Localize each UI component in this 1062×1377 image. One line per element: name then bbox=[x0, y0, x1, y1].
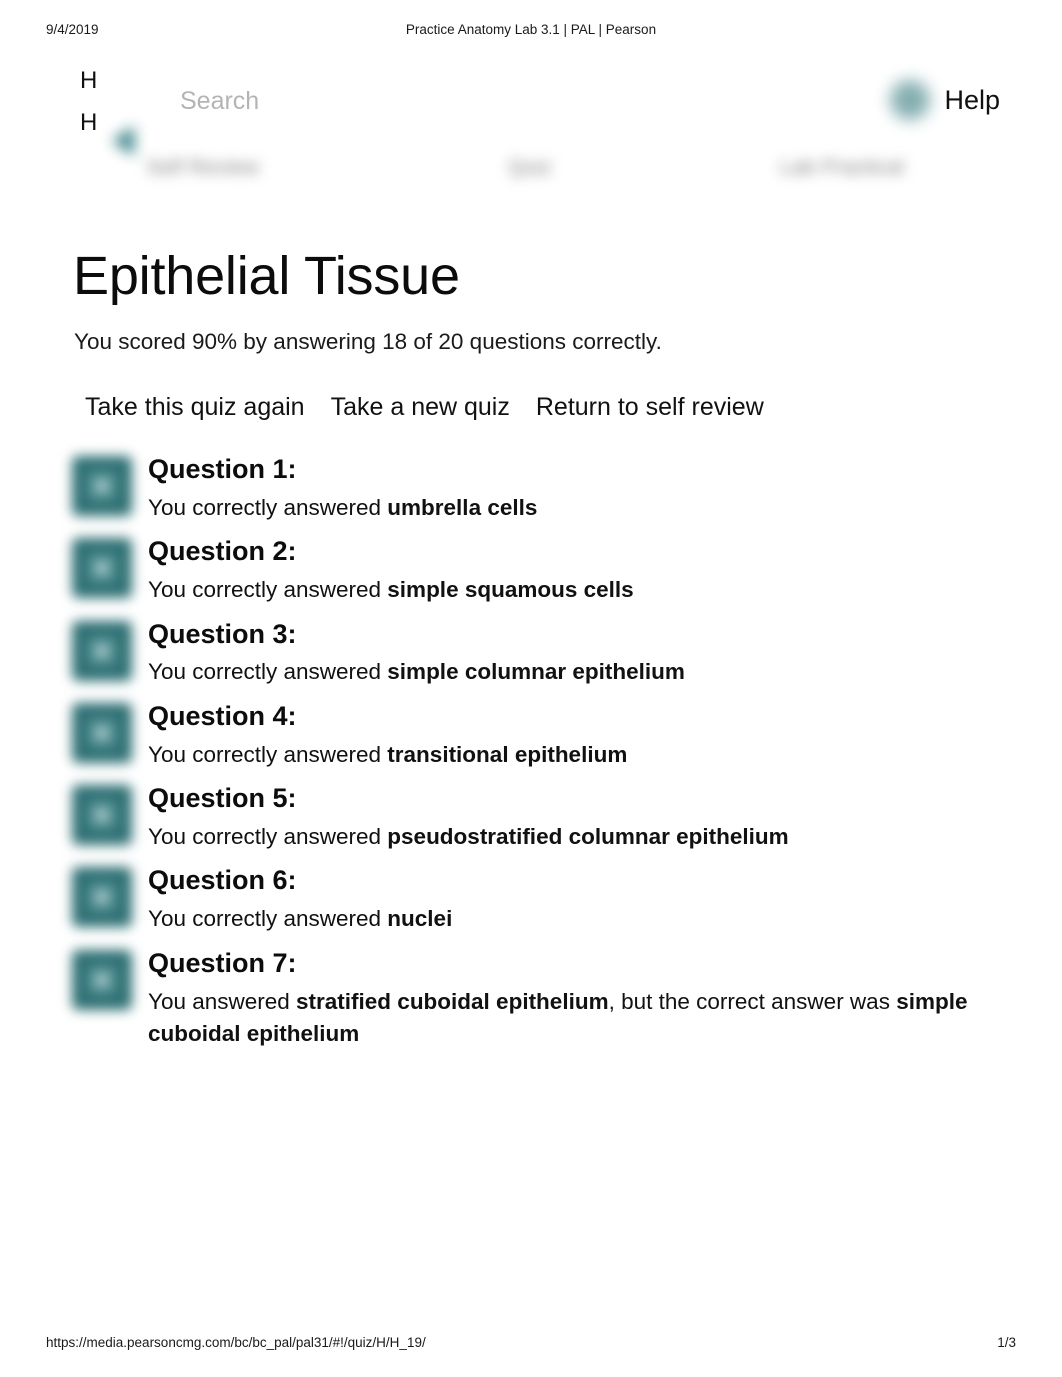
question-result-row: Question 1: You correctly answered umbre… bbox=[0, 454, 1062, 524]
take-this-quiz-again-link[interactable]: Take this quiz again bbox=[85, 393, 305, 422]
tab-bar: Self Review Quiz Lab Practical bbox=[0, 156, 1062, 212]
question-answer-text: You correctly answered pseudostratified … bbox=[148, 821, 1028, 853]
print-footer: https://media.pearsoncmg.com/bc/bc_pal/p… bbox=[0, 1335, 1062, 1353]
answer-value: simple squamous cells bbox=[387, 577, 634, 603]
answer-value: pseudostratified columnar epithelium bbox=[387, 824, 789, 850]
question-answer-text: You answered stratified cuboidal epithel… bbox=[148, 986, 1028, 1050]
search-field-wrapper[interactable] bbox=[180, 80, 610, 122]
question-answer-text: You correctly answered umbrella cells bbox=[148, 492, 1028, 524]
question-answer-text: You correctly answered transitional epit… bbox=[148, 739, 1028, 771]
question-body: Question 3: You correctly answered simpl… bbox=[132, 619, 1028, 689]
question-body: Question 4: You correctly answered trans… bbox=[132, 701, 1028, 771]
question-result-row: Question 2: You correctly answered simpl… bbox=[0, 536, 1062, 606]
tab-quiz[interactable]: Quiz bbox=[508, 156, 552, 180]
question-body: Question 5: You correctly answered pseud… bbox=[132, 783, 1028, 853]
quiz-thumbnail-icon[interactable] bbox=[72, 867, 132, 928]
answer-prefix: You correctly answered bbox=[148, 577, 388, 603]
brand-logo-line-1: H bbox=[80, 67, 98, 94]
question-answer-text: You correctly answered nuclei bbox=[148, 903, 1028, 935]
answer-value: transitional epithelium bbox=[387, 741, 628, 767]
answer-value: umbrella cells bbox=[387, 494, 538, 520]
question-heading: Question 6: bbox=[148, 865, 297, 896]
question-result-row: Question 5: You correctly answered pseud… bbox=[0, 783, 1062, 853]
tab-self-review[interactable]: Self Review bbox=[146, 156, 259, 180]
question-body: Question 6: You correctly answered nucle… bbox=[132, 865, 1028, 935]
question-result-row: Question 3: You correctly answered simpl… bbox=[0, 619, 1062, 689]
answer-prefix: You correctly answered bbox=[148, 659, 388, 685]
question-heading: Question 7: bbox=[148, 947, 297, 978]
question-answer-text: You correctly answered simple columnar e… bbox=[148, 656, 1028, 688]
question-result-row: Question 4: You correctly answered trans… bbox=[0, 701, 1062, 771]
question-result-row: Question 7: You answered stratified cubo… bbox=[0, 948, 1062, 1050]
answer-middle: , but the correct answer was bbox=[608, 988, 897, 1014]
search-input[interactable] bbox=[180, 80, 610, 122]
tab-lab-practical[interactable]: Lab Practical bbox=[780, 156, 904, 180]
help-button[interactable]: Help bbox=[890, 74, 1000, 126]
print-page-number: 1/3 bbox=[997, 1335, 1016, 1350]
top-bar: H H Help bbox=[0, 52, 1062, 156]
answer-prefix: You correctly answered bbox=[148, 494, 388, 520]
quiz-thumbnail-icon[interactable] bbox=[72, 785, 132, 846]
question-heading: Question 3: bbox=[148, 618, 297, 649]
answer-value: simple columnar epithelium bbox=[387, 659, 685, 685]
quiz-thumbnail-icon[interactable] bbox=[72, 456, 132, 516]
answer-prefix: You correctly answered bbox=[148, 824, 388, 850]
answer-prefix: You answered bbox=[148, 988, 297, 1014]
print-header: 9/4/2019 Practice Anatomy Lab 3.1 | PAL … bbox=[0, 22, 1062, 40]
return-to-self-review-link[interactable]: Return to self review bbox=[536, 393, 764, 422]
quiz-thumbnail-icon[interactable] bbox=[72, 620, 132, 681]
page-title: Epithelial Tissue bbox=[73, 246, 460, 306]
question-results-list: Question 1: You correctly answered umbre… bbox=[0, 454, 1062, 1062]
help-label: Help bbox=[944, 84, 1000, 115]
take-a-new-quiz-link[interactable]: Take a new quiz bbox=[331, 393, 510, 422]
question-heading: Question 1: bbox=[148, 454, 297, 484]
quiz-thumbnail-icon[interactable] bbox=[72, 949, 132, 1010]
question-body: Question 2: You correctly answered simpl… bbox=[132, 536, 1028, 606]
quiz-thumbnail-icon[interactable] bbox=[72, 538, 132, 599]
question-body: Question 7: You answered stratified cubo… bbox=[132, 948, 1028, 1050]
question-heading: Question 2: bbox=[148, 536, 297, 567]
app-capture: H H Help Self Review Quiz Lab Practical … bbox=[0, 52, 1062, 1302]
answer-prefix: You correctly answered bbox=[148, 741, 388, 767]
answer-prefix: You correctly answered bbox=[148, 906, 388, 932]
print-source-url: https://media.pearsoncmg.com/bc/bc_pal/p… bbox=[46, 1335, 426, 1350]
question-body: Question 1: You correctly answered umbre… bbox=[132, 454, 1028, 524]
question-heading: Question 5: bbox=[148, 783, 297, 814]
print-document-title: Practice Anatomy Lab 3.1 | PAL | Pearson bbox=[405, 22, 657, 37]
score-summary: You scored 90% by answering 18 of 20 que… bbox=[74, 329, 662, 354]
help-circle-icon bbox=[890, 80, 931, 120]
question-answer-text: You correctly answered simple squamous c… bbox=[148, 574, 1028, 606]
answer-value: stratified cuboidal epithelium bbox=[296, 988, 609, 1014]
answer-value: nuclei bbox=[387, 906, 453, 932]
quiz-thumbnail-icon[interactable] bbox=[72, 702, 132, 763]
question-heading: Question 4: bbox=[148, 700, 297, 731]
quiz-actions: Take this quiz again Take a new quiz Ret… bbox=[85, 393, 764, 422]
question-result-row: Question 6: You correctly answered nucle… bbox=[0, 865, 1062, 935]
